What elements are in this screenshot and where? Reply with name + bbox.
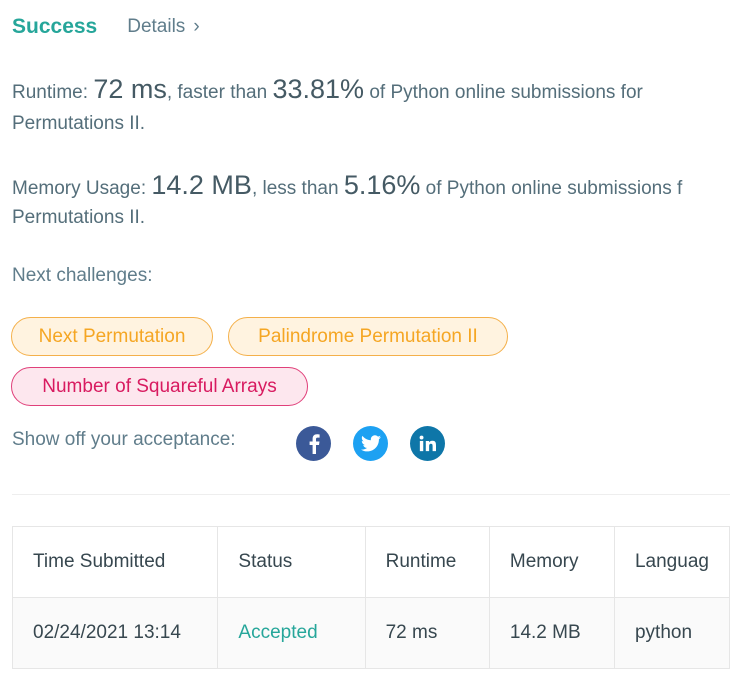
details-link[interactable]: Details › [127, 16, 199, 38]
header-language[interactable]: Languag [613, 526, 730, 598]
challenge-number-of-squareful-arrays[interactable]: Number of Squareful Arrays [11, 367, 308, 406]
memory-stat: Memory Usage: 14.2 MB, less than 5.16% o… [12, 170, 682, 204]
cell-status-link[interactable]: Accepted [217, 597, 366, 669]
section-divider [12, 494, 730, 495]
facebook-icon[interactable] [296, 426, 331, 461]
twitter-glyph [360, 435, 381, 452]
memory-percent: 5.16% [343, 170, 421, 200]
share-label: Show off your acceptance: [12, 429, 236, 450]
runtime-problem-name: Permutations II. [12, 113, 146, 134]
memory-tail-text: of Python online submissions f [420, 178, 683, 199]
memory-problem-name: Permutations II. [12, 207, 146, 228]
twitter-icon[interactable] [353, 426, 388, 461]
runtime-label: Runtime: [12, 82, 94, 103]
table-row: 02/24/2021 13:14 Accepted 72 ms 14.2 MB … [11, 597, 730, 669]
facebook-glyph [309, 433, 320, 454]
chevron-right-icon: › [193, 16, 200, 37]
cell-language: python [613, 597, 730, 669]
table-header-row: Time Submitted Status Runtime Memory Lan… [11, 526, 730, 598]
header-status[interactable]: Status [217, 526, 366, 598]
details-label: Details [127, 16, 186, 37]
header-time-submitted[interactable]: Time Submitted [11, 526, 219, 598]
runtime-percent: 33.81% [272, 74, 365, 104]
result-header: Success Details › [12, 12, 200, 42]
memory-value: 14.2 MB [151, 170, 252, 200]
linkedin-icon[interactable] [410, 426, 445, 461]
runtime-mid-text: , faster than [166, 82, 273, 103]
header-runtime[interactable]: Runtime [364, 526, 490, 598]
memory-mid-text: , less than [251, 178, 344, 199]
next-challenges-label: Next challenges: [12, 265, 153, 286]
header-memory[interactable]: Memory [488, 526, 615, 598]
submissions-table: Time Submitted Status Runtime Memory Lan… [11, 526, 730, 669]
status-title: Success [12, 15, 98, 38]
cell-time-submitted: 02/24/2021 13:14 [11, 597, 219, 669]
challenge-palindrome-permutation-ii[interactable]: Palindrome Permutation II [228, 317, 508, 356]
challenge-next-permutation[interactable]: Next Permutation [11, 317, 213, 356]
cell-runtime: 72 ms [364, 597, 490, 669]
cell-memory: 14.2 MB [488, 597, 615, 669]
runtime-value: 72 ms [93, 74, 167, 104]
memory-label: Memory Usage: [12, 178, 152, 199]
runtime-stat: Runtime: 72 ms, faster than 33.81% of Py… [12, 74, 643, 108]
runtime-tail-text: of Python online submissions for [364, 82, 643, 103]
linkedin-glyph [419, 435, 436, 452]
